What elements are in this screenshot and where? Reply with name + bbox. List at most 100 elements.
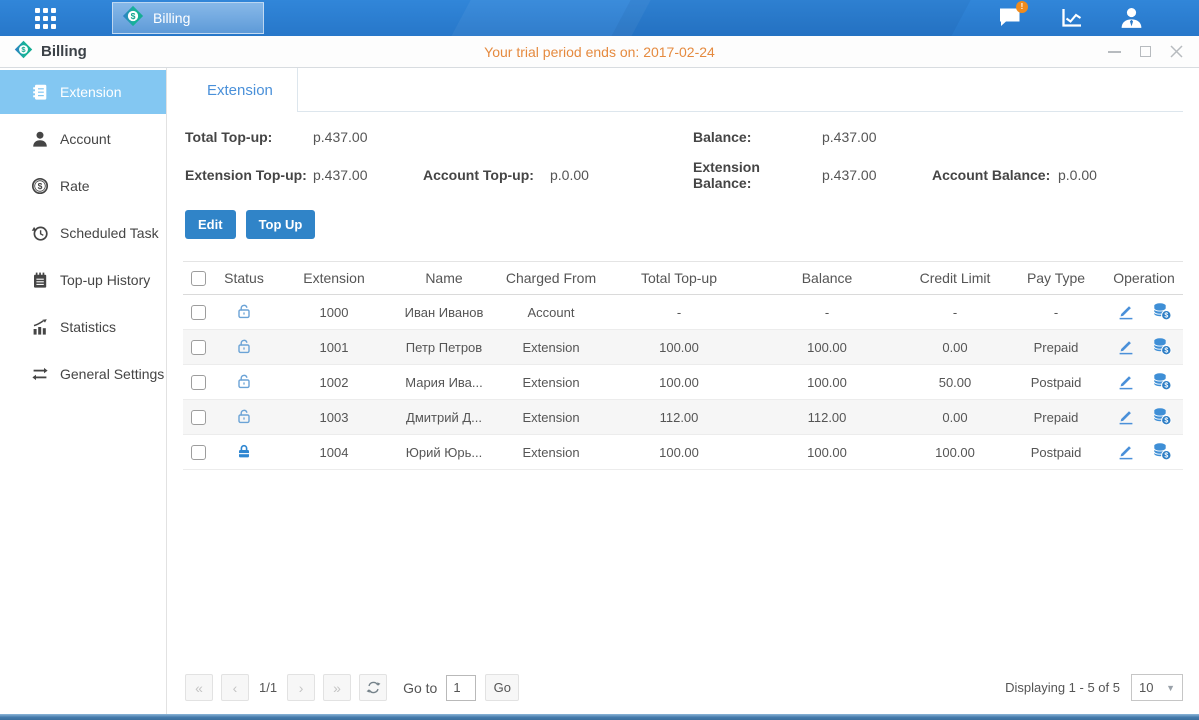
account-topup-value: p.0.00 xyxy=(550,167,693,183)
pencil-edit-icon xyxy=(1116,336,1135,355)
user-icon xyxy=(1119,6,1144,31)
extension-topup-value: p.437.00 xyxy=(313,167,423,183)
sidebar-item-label: Statistics xyxy=(60,319,116,335)
go-button[interactable]: Go xyxy=(485,674,519,701)
sidebar-item-extension[interactable]: Extension xyxy=(0,70,166,114)
svg-text:$: $ xyxy=(1165,312,1169,319)
pencil-edit-icon xyxy=(1116,301,1135,320)
taskbar-app-label: Billing xyxy=(153,10,190,26)
next-page-button[interactable]: › xyxy=(287,674,315,701)
refresh-button[interactable] xyxy=(359,674,387,701)
edit-row-button[interactable] xyxy=(1109,371,1142,393)
system-topbar: $ Billing ! xyxy=(0,0,1199,36)
sidebar-item-statistics[interactable]: Statistics xyxy=(0,305,166,349)
notifications-button[interactable]: ! xyxy=(996,5,1023,32)
row-checkbox[interactable] xyxy=(191,445,206,460)
top-up-button[interactable]: Top Up xyxy=(246,210,316,239)
top-up-row-button[interactable]: $ xyxy=(1145,301,1179,324)
account-balance-value: p.0.00 xyxy=(1058,167,1183,183)
prev-page-button[interactable]: ‹ xyxy=(221,674,249,701)
sidebar-item-label: Top-up History xyxy=(60,272,150,288)
app-grid-icon[interactable] xyxy=(35,8,57,29)
goto-label: Go to xyxy=(403,680,437,696)
coins-topup-icon: $ xyxy=(1152,371,1172,391)
sidebar-item-label: Extension xyxy=(60,84,121,100)
close-icon xyxy=(1170,45,1183,58)
window-controls xyxy=(1105,43,1185,61)
sidebar-item-general-settings[interactable]: General Settings xyxy=(0,352,166,396)
extensions-table: Status Extension Name Charged From Total… xyxy=(183,261,1183,470)
top-up-row-button[interactable]: $ xyxy=(1145,406,1179,429)
billing-diamond-icon: $ xyxy=(122,5,144,32)
goto-page-input[interactable] xyxy=(446,675,476,701)
notification-badge: ! xyxy=(1016,1,1028,13)
page-indicator: 1/1 xyxy=(259,680,277,695)
svg-text:$: $ xyxy=(1165,347,1169,354)
row-checkbox[interactable] xyxy=(191,305,206,320)
first-page-button[interactable]: « xyxy=(185,674,213,701)
chevron-down-icon: ▼ xyxy=(1166,683,1175,693)
general-settings-arrows-icon xyxy=(31,365,49,383)
table-row: 1003 Дмитрий Д... Extension 112.00 112.0… xyxy=(183,400,1183,435)
top-up-row-button[interactable]: $ xyxy=(1145,441,1179,464)
table-row: 1000 Иван Иванов Account - - - - xyxy=(183,295,1183,330)
top-up-row-button[interactable]: $ xyxy=(1145,336,1179,359)
edit-row-button[interactable] xyxy=(1109,441,1142,463)
sidebar-item-topup-history[interactable]: Top-up History xyxy=(0,258,166,302)
page-size-value: 10 xyxy=(1139,680,1153,695)
topbar-decoration xyxy=(604,0,976,36)
select-all-checkbox[interactable] xyxy=(191,271,206,286)
col-status: Status xyxy=(213,262,275,295)
page-size-select[interactable]: 10 ▼ xyxy=(1131,674,1183,701)
edit-row-button[interactable] xyxy=(1109,406,1142,428)
tab-extension[interactable]: Extension xyxy=(183,68,298,112)
edit-row-button[interactable] xyxy=(1109,336,1142,358)
main-content: Extension Total Top-up: p.437.00 Balance… xyxy=(167,68,1199,714)
table-row: 1001 Петр Петров Extension 100.00 100.00… xyxy=(183,330,1183,365)
extension-book-icon xyxy=(31,83,49,101)
window-titlebar: $ Billing Your trial period ends on: 201… xyxy=(0,36,1199,68)
coins-topup-icon: $ xyxy=(1152,336,1172,356)
top-up-row-button[interactable]: $ xyxy=(1145,371,1179,394)
table-row: 1002 Мария Ива... Extension 100.00 100.0… xyxy=(183,365,1183,400)
topup-history-ledger-icon xyxy=(31,271,49,289)
account-balance-label: Account Balance: xyxy=(932,167,1058,183)
pencil-edit-icon xyxy=(1116,406,1135,425)
last-page-button[interactable]: » xyxy=(323,674,351,701)
close-button[interactable] xyxy=(1167,43,1185,61)
lock-closed-icon xyxy=(236,443,252,459)
taskbar-billing-tab[interactable]: $ Billing xyxy=(112,2,264,34)
window-title: Billing xyxy=(41,43,87,60)
summary-panel: Total Top-up: p.437.00 Balance: p.437.00… xyxy=(183,129,1183,191)
app-window: $ Billing ! xyxy=(0,0,1199,720)
tabstrip: Extension xyxy=(183,68,1183,112)
col-operation: Operation xyxy=(1105,262,1183,295)
col-extension: Extension xyxy=(275,262,393,295)
balance-label: Balance: xyxy=(693,129,822,145)
sidebar-item-rate[interactable]: $ Rate xyxy=(0,164,166,208)
refresh-icon xyxy=(366,680,381,695)
chart-icon xyxy=(1058,6,1084,30)
row-checkbox[interactable] xyxy=(191,340,206,355)
sidebar-item-label: General Settings xyxy=(60,366,164,382)
user-account-button[interactable] xyxy=(1118,5,1145,32)
sidebar-item-label: Account xyxy=(60,131,111,147)
maximize-button[interactable] xyxy=(1136,43,1154,61)
edit-row-button[interactable] xyxy=(1109,301,1142,323)
sidebar-item-account[interactable]: Account xyxy=(0,117,166,161)
pencil-edit-icon xyxy=(1116,441,1135,460)
edit-button[interactable]: Edit xyxy=(185,210,236,239)
reports-button[interactable] xyxy=(1057,5,1084,32)
col-name: Name xyxy=(393,262,495,295)
sidebar-item-scheduled-task[interactable]: Scheduled Task xyxy=(0,211,166,255)
col-credit-limit: Credit Limit xyxy=(903,262,1007,295)
svg-text:$: $ xyxy=(38,181,43,191)
col-pay-type: Pay Type xyxy=(1007,262,1105,295)
table-row: 1004 Юрий Юрь... Extension 100.00 100.00… xyxy=(183,435,1183,470)
coins-topup-icon: $ xyxy=(1152,406,1172,426)
minimize-button[interactable] xyxy=(1105,43,1123,61)
trial-notice: Your trial period ends on: 2017-02-24 xyxy=(484,44,715,60)
row-checkbox[interactable] xyxy=(191,375,206,390)
table-header-row: Status Extension Name Charged From Total… xyxy=(183,262,1183,295)
row-checkbox[interactable] xyxy=(191,410,206,425)
